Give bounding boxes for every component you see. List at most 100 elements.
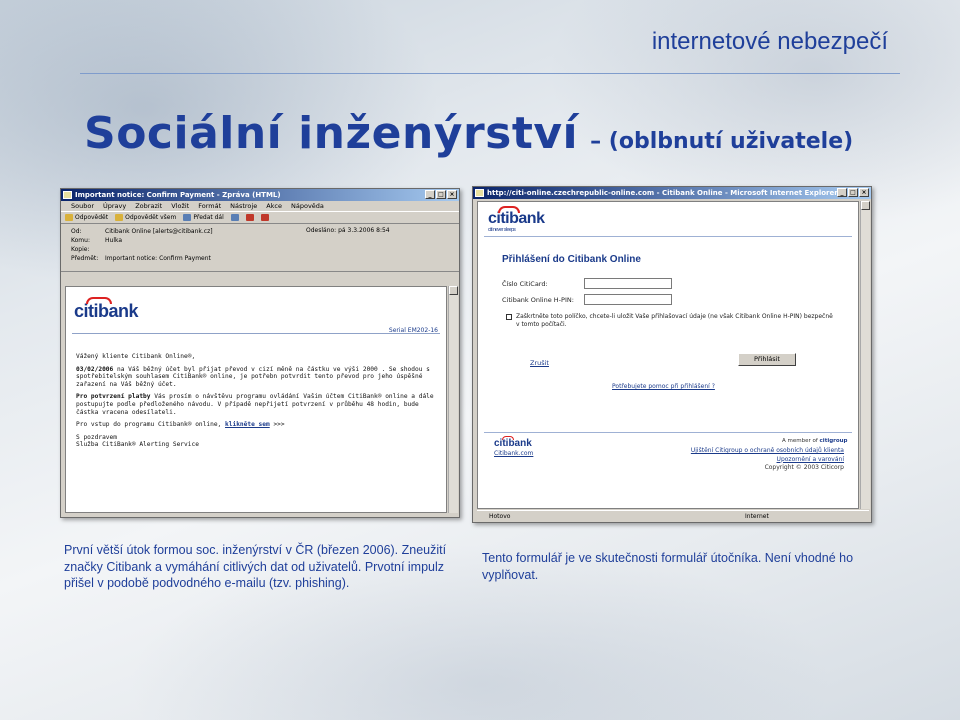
email-window-title: Important notice: Confirm Payment - Zprá…	[75, 191, 281, 199]
envelope-icon	[63, 191, 72, 199]
scroll-up-button[interactable]	[449, 286, 458, 295]
menu-item-upravy[interactable]: Úpravy	[103, 201, 126, 211]
email-p3-text: Pro vstup do programu Citibank® online,	[76, 421, 226, 429]
delete-button[interactable]	[260, 214, 269, 221]
email-menubar: Soubor Úpravy Zobrazit Vložit Formát Nás…	[61, 201, 459, 211]
footer-links: Ujištění Citigroup o ochraně osobních úd…	[691, 447, 844, 473]
citigroup-logo: citigroup	[819, 438, 848, 444]
cc-label: Kopie:	[71, 246, 90, 253]
browser-titlebar: http://citi-online.czechrepublic-online.…	[473, 187, 871, 199]
to-value: Hulka	[105, 237, 123, 244]
warnings-link[interactable]: Upozornění a varování	[691, 456, 844, 465]
close-button[interactable]: ×	[447, 190, 457, 199]
email-paragraph-3: Pro vstup do programu Citibank® online, …	[76, 421, 434, 429]
menu-item-nastroje[interactable]: Nástroje	[230, 201, 257, 211]
browser-window-title: http://citi-online.czechrepublic-online.…	[487, 189, 838, 197]
header-divider	[80, 73, 900, 74]
member-text: A member of	[782, 438, 818, 444]
email-sign-2: Služba CitiBank® Alerting Service	[76, 441, 199, 449]
email-p2-lead: Pro potvrzení platby	[76, 393, 151, 401]
forward-label: Předat dál	[193, 214, 224, 221]
email-p1-text: na Váš běžný účet byl přijat převod v ci…	[76, 365, 430, 388]
citibank-tagline: citi never sleeps	[488, 227, 516, 233]
flag-button[interactable]	[245, 214, 254, 221]
to-label: Komu:	[71, 237, 90, 244]
reply-all-label: Odpovědět všem	[125, 214, 177, 221]
maximize-button[interactable]: □	[436, 190, 446, 199]
remember-text: Zaškrtněte toto políčko, chcete-li uloži…	[516, 313, 833, 328]
delete-icon	[260, 214, 269, 221]
print-button[interactable]	[230, 214, 239, 221]
reply-label: Odpovědět	[75, 214, 109, 221]
status-text: Hotovo	[489, 513, 511, 520]
browser-page: citibank citi never sleeps Přihlášení do …	[477, 201, 859, 509]
scroll-up-button[interactable]	[861, 201, 870, 210]
subject-label: Předmět:	[71, 255, 99, 262]
ie-icon	[475, 189, 484, 197]
maximize-button[interactable]: □	[848, 188, 858, 197]
email-greeting: Vážený kliente Citibank Online®,	[76, 353, 196, 360]
citibank-logo-text: citibank	[74, 301, 139, 321]
citigroup-member: A member of citigroup	[782, 438, 848, 444]
citibank-logo: citibank citi never sleeps	[488, 206, 545, 233]
cancel-link[interactable]: Zrušit	[530, 359, 549, 367]
sent-info: Odesláno: pá 3.3.2006 8:54	[306, 227, 390, 234]
caption-left: První větší útok formou soc. inženýrství…	[64, 543, 447, 590]
from-label: Od:	[71, 228, 82, 235]
browser-scrollbar[interactable]	[860, 201, 870, 509]
email-scrollbar[interactable]	[448, 286, 458, 513]
phishing-link[interactable]: klikněte sem	[225, 421, 270, 428]
slide-title-sub: – (oblbnutí uživatele)	[590, 129, 854, 154]
browser-statusbar: Hotovo Internet	[477, 510, 869, 521]
menu-item-vlozit[interactable]: Vložit	[171, 201, 189, 211]
help-link[interactable]: Potřebujete pomoc při přihlášení ?	[612, 383, 715, 390]
forward-button[interactable]: Předat dál	[183, 214, 224, 221]
reply-all-button[interactable]: Odpovědět všem	[115, 214, 176, 221]
footer-citibank-logo: citibank	[494, 436, 532, 449]
footer-divider	[484, 432, 852, 433]
caption-right: Tento formulář je ve skutečnosti formulá…	[482, 551, 854, 582]
footer-logo-arc	[502, 436, 514, 440]
menu-item-akce[interactable]: Akce	[266, 201, 282, 211]
email-toolbar: Odpovědět Odpovědět všem Předat dál	[61, 211, 459, 224]
email-text: Vážený kliente Citibank Online®, 03/02/2…	[76, 353, 434, 454]
card-number-input[interactable]	[584, 278, 672, 289]
email-signature: S pozdravem Služba CitiBank® Alerting Ser…	[76, 434, 434, 449]
menu-item-soubor[interactable]: Soubor	[71, 201, 94, 211]
citibank-com-link[interactable]: Citibank.com	[494, 450, 533, 457]
card-number-label: Číslo CitiCard:	[502, 280, 548, 288]
citibank-logo: citibank	[74, 297, 139, 322]
email-titlebar: Important notice: Confirm Payment - Zprá…	[61, 189, 459, 201]
print-icon	[230, 214, 239, 221]
email-date: 03/02/2006	[76, 365, 114, 373]
menu-item-zobrazit[interactable]: Zobrazit	[135, 201, 162, 211]
header-title: internetové nebezpečí	[651, 28, 888, 55]
subject-value: Important notice: Confirm Payment	[105, 255, 211, 262]
flag-icon	[245, 214, 254, 221]
email-paragraph-2: Pro potvrzení platby Vás prosím o návště…	[76, 393, 434, 416]
citibank-logo-arc	[498, 206, 520, 213]
minimize-button[interactable]: _	[837, 188, 847, 197]
forward-icon	[183, 214, 192, 221]
menu-item-napoveda[interactable]: Nápověda	[291, 201, 324, 211]
status-zone: Internet	[745, 513, 769, 520]
pin-input[interactable]	[584, 294, 672, 305]
privacy-link[interactable]: Ujištění Citigroup o ochraně osobních úd…	[691, 447, 844, 456]
email-p3-tail: >>>	[269, 421, 285, 429]
email-header: Od: Citibank Online [alerts@citibank.cz] …	[61, 224, 459, 272]
slide-title: Sociální inženýrství – (oblbnutí uživatel…	[84, 108, 853, 159]
citibank-logo-arc	[86, 297, 112, 304]
remember-checkbox[interactable]	[506, 314, 512, 320]
login-heading: Přihlášení do Citibank Online	[502, 254, 641, 265]
login-button[interactable]: Přihlásit	[738, 353, 796, 366]
minimize-button[interactable]: _	[425, 190, 435, 199]
email-paragraph-1: 03/02/2006 na Váš běžný účet byl přijat …	[76, 366, 434, 389]
sent-value: pá 3.3.2006 8:54	[338, 227, 390, 234]
reply-button[interactable]: Odpovědět	[65, 214, 108, 221]
menu-item-format[interactable]: Formát	[198, 201, 221, 211]
browser-window: http://citi-online.czechrepublic-online.…	[472, 186, 872, 523]
email-sign-1: S pozdravem	[76, 433, 117, 441]
close-button[interactable]: ×	[859, 188, 869, 197]
copyright: Copyright © 2003 Citicorp	[764, 464, 844, 471]
page-divider	[484, 236, 852, 237]
